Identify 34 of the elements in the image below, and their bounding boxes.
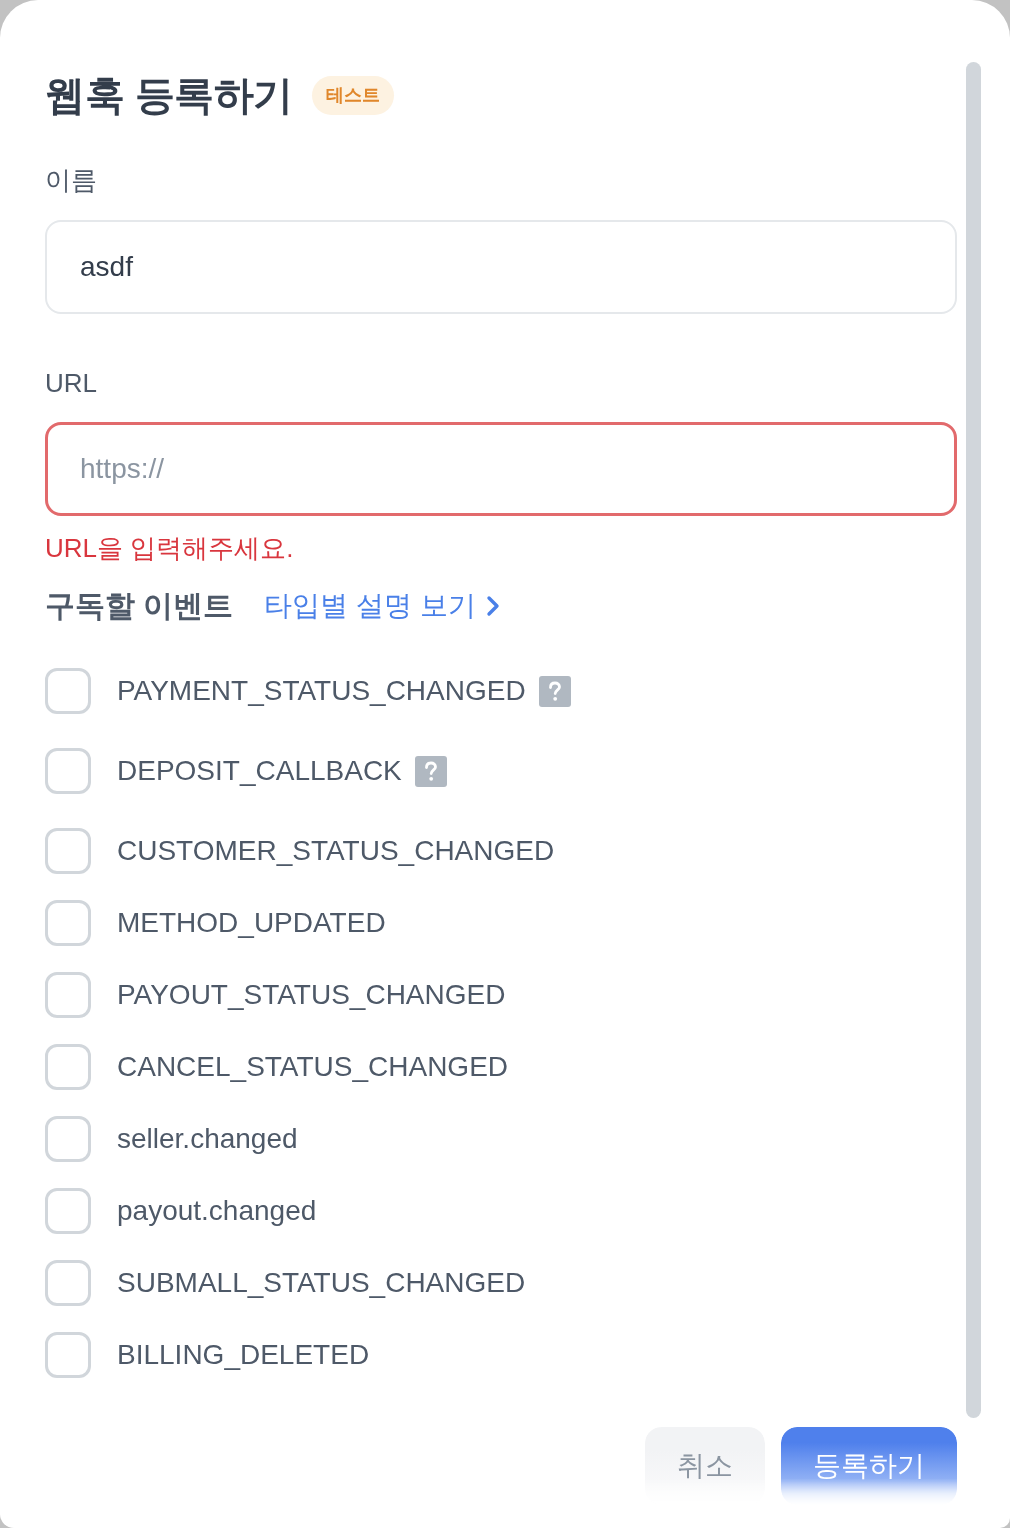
- checkbox[interactable]: [45, 1044, 91, 1090]
- scrollbar-thumb[interactable]: [966, 62, 981, 1418]
- input-field[interactable]: https://: [45, 422, 957, 516]
- checkbox[interactable]: [45, 1188, 91, 1234]
- event-label: PAYOUT_STATUS_CHANGED: [117, 978, 506, 1012]
- submit-button[interactable]: 등록하기: [781, 1427, 957, 1505]
- event-label: PAYMENT_STATUS_CHANGED: [117, 674, 526, 708]
- event-label: SUBMALL_STATUS_CHANGED: [117, 1266, 526, 1300]
- chevron-right-icon: [485, 595, 500, 617]
- checkbox[interactable]: [45, 828, 91, 874]
- event-label: METHOD_UPDATED: [117, 906, 386, 940]
- checkbox[interactable]: [45, 1332, 91, 1378]
- type-description-link[interactable]: 타입별 설명 보기: [264, 588, 500, 624]
- event-label: CUSTOMER_STATUS_CHANGED: [117, 834, 555, 868]
- checkbox[interactable]: [45, 748, 91, 794]
- dialog-title: 웹훅 등록하기: [45, 72, 293, 119]
- test-badge: 테스트: [311, 75, 394, 115]
- checkbox[interactable]: [45, 1116, 91, 1162]
- checkbox[interactable]: [45, 668, 91, 714]
- event-label: payout.changed: [117, 1194, 317, 1228]
- event-label: BILLING_DELETED: [117, 1338, 370, 1372]
- input-field[interactable]: asdf: [45, 220, 957, 314]
- section-title: 구독할 이벤트: [45, 588, 234, 624]
- event-label: seller.changed: [117, 1122, 298, 1156]
- checkbox[interactable]: [45, 900, 91, 946]
- help-icon[interactable]: [538, 676, 571, 707]
- event-label: CANCEL_STATUS_CHANGED: [117, 1050, 509, 1084]
- checkbox[interactable]: [45, 1260, 91, 1306]
- help-icon[interactable]: [414, 756, 447, 787]
- field-label: URL: [45, 367, 97, 399]
- event-label: DEPOSIT_CALLBACK: [117, 754, 402, 788]
- field-label: 이름: [45, 164, 97, 196]
- error-message: URL을 입력해주세요.: [45, 532, 294, 564]
- checkbox[interactable]: [45, 972, 91, 1018]
